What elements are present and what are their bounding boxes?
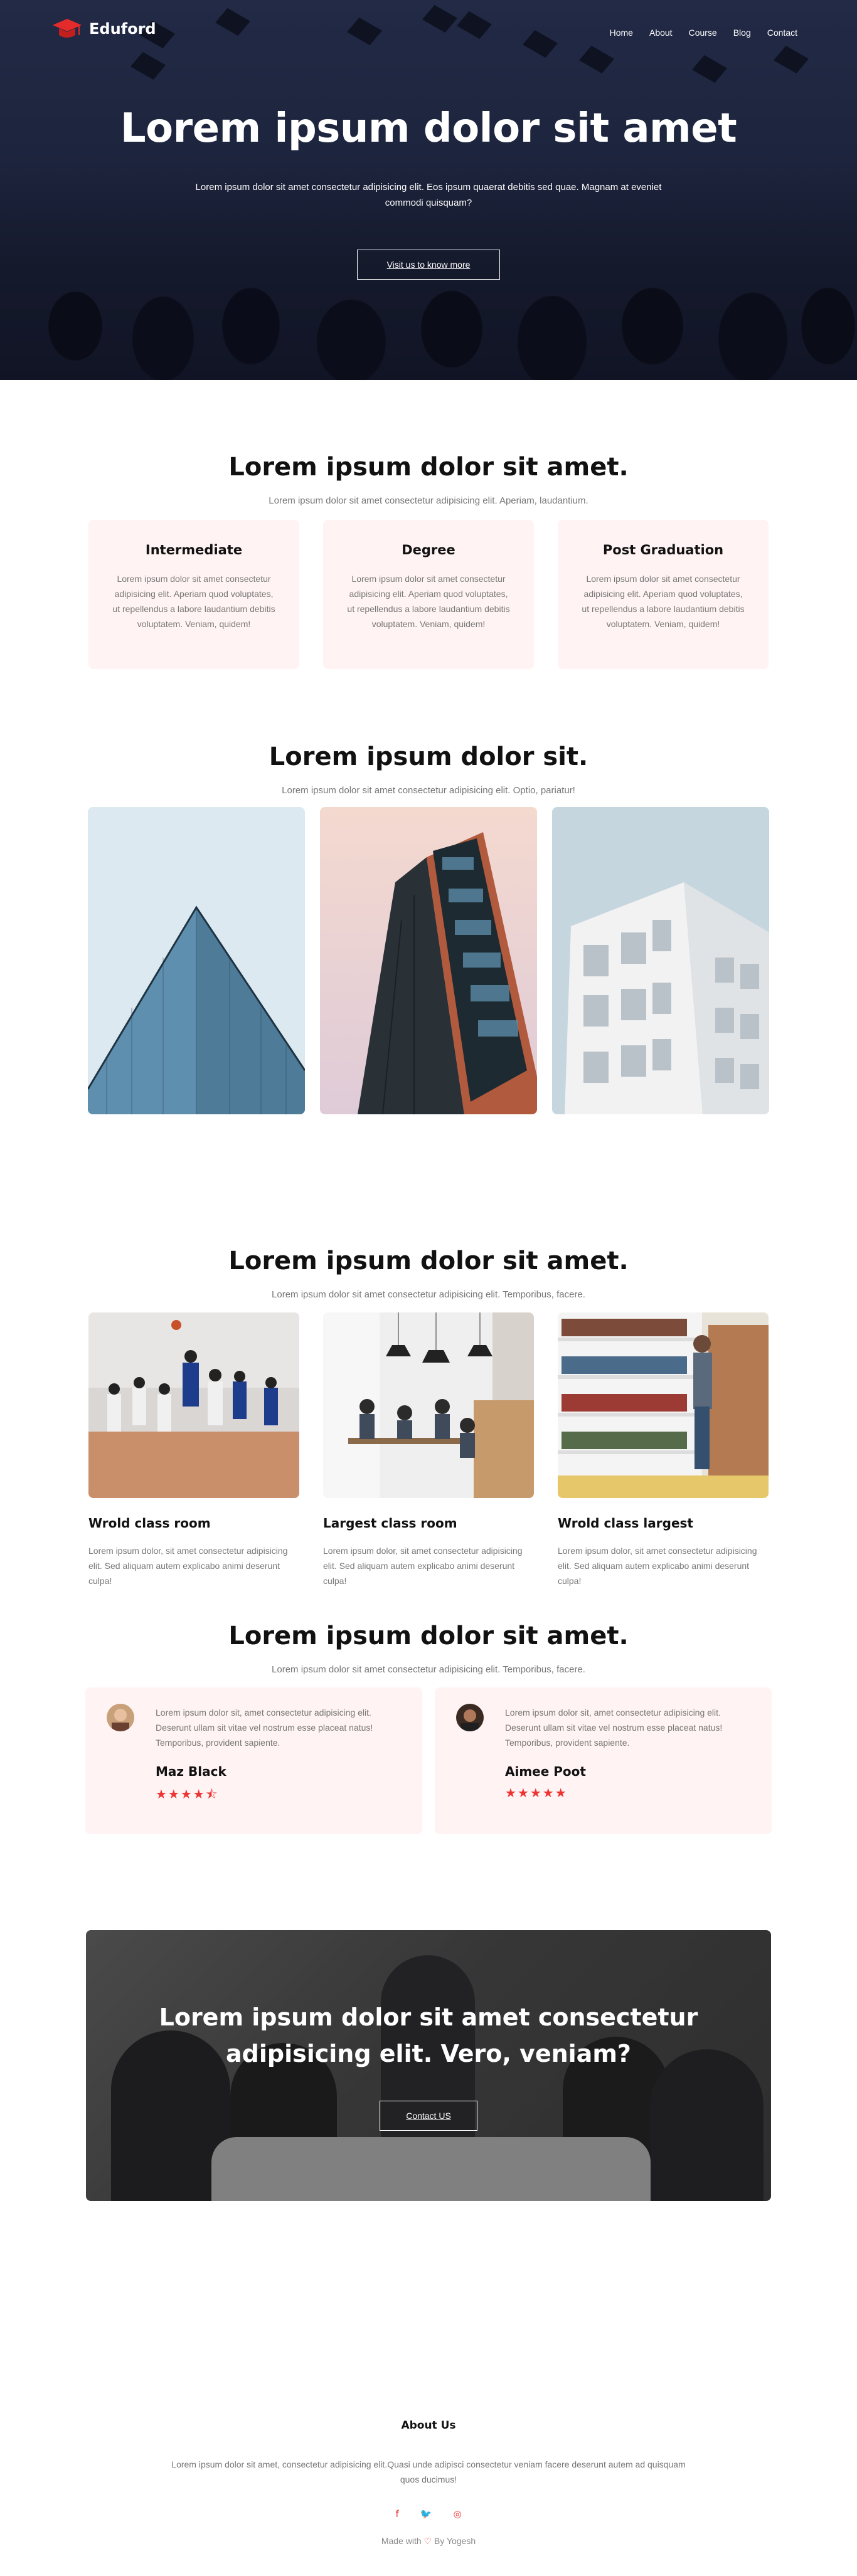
section-title: Lorem ipsum dolor sit. [269,742,588,771]
testimonial-name: Maz Black [156,1764,226,1779]
card-title: Post Graduation [602,542,724,557]
graduation-cap-icon [53,19,82,38]
cta-title: Lorem ipsum dolor sit amet consectetur a… [86,1999,771,2072]
hero-subtitle: Lorem ipsum dolor sit amet consectetur a… [195,182,662,208]
nav-link-about[interactable]: About [649,28,673,38]
facility-image-basketball [88,1312,299,1498]
cta-title-line2: adipisicing elit. Vero, veniam? [226,2040,631,2067]
campus-image-glass-tower[interactable] [88,807,305,1114]
section-title: Lorem ipsum dolor sit amet. [228,1247,629,1275]
facility-title: Wrold class largest [558,1516,693,1531]
footer-title: About Us [401,2419,456,2432]
facility-card-1[interactable]: Wrold class room Lorem ipsum dolor, sit … [88,1312,299,1588]
nav-link-contact[interactable]: Contact [767,28,797,38]
facility-text: Lorem ipsum dolor, sit amet consectetur … [558,1546,757,1586]
section-title: Lorem ipsum dolor sit amet. [228,453,629,482]
top-nav: Eduford Home About Course Blog Contact [0,0,857,56]
facility-card-3[interactable]: Wrold class largest Lorem ipsum dolor, s… [558,1312,769,1588]
facility-image-library [558,1312,769,1498]
footer: About Us Lorem ipsum dolor sit amet, con… [0,2419,857,2576]
twitter-icon[interactable]: 🐦 [420,2508,432,2520]
hero-title: Lorem ipsum dolor sit amet [120,105,737,152]
card-text: Lorem ipsum dolor sit amet consectetur a… [347,574,510,629]
facilities-section: Lorem ipsum dolor sit amet. Lorem ipsum … [0,1181,857,1620]
degrees-section: Lorem ipsum dolor sit amet. Lorem ipsum … [0,380,857,717]
section-subtitle: Lorem ipsum dolor sit amet consectetur a… [272,1289,585,1300]
brand-logo[interactable]: Eduford [51,16,156,41]
nav-menu: Home About Course Blog Contact [610,28,797,38]
campus-gallery [0,807,857,1114]
testimonial-card-2: Lorem ipsum dolor sit, amet consectetur … [435,1687,772,1834]
card-title: Degree [402,542,455,557]
nav-link-blog[interactable]: Blog [733,28,751,38]
degree-cards: Intermediate Lorem ipsum dolor sit amet … [0,520,857,669]
facility-title: Largest class room [323,1516,457,1531]
footer-text: Lorem ipsum dolor sit amet, consectetur … [171,2459,686,2484]
testimonial-cards: Lorem ipsum dolor sit, amet consectetur … [0,1687,857,1834]
facebook-icon[interactable]: f [395,2508,398,2520]
card-title: Intermediate [145,542,243,557]
testimonial-text: Lorem ipsum dolor sit, amet consectetur … [505,1708,723,1748]
star-rating: ★★★★★ [505,1785,568,1800]
nav-link-home[interactable]: Home [610,28,633,38]
nav-link-course[interactable]: Course [689,28,717,38]
made-suffix: By Yogesh [434,2536,476,2546]
cta-section: Lorem ipsum dolor sit amet consectetur a… [0,1930,857,2419]
facility-text: Lorem ipsum dolor, sit amet consectetur … [88,1546,288,1586]
avatar [107,1704,134,1731]
section-subtitle: Lorem ipsum dolor sit amet consectetur a… [282,785,575,796]
cta-banner: Lorem ipsum dolor sit amet consectetur a… [86,1930,771,2201]
testimonial-text: Lorem ipsum dolor sit, amet consectetur … [156,1708,373,1748]
made-with-credit: Made with ♡ By Yogesh [0,2536,857,2547]
graduation-cap-shape [692,55,727,83]
campus-image-white-building[interactable] [552,807,769,1114]
cta-title-line1: Lorem ipsum dolor sit amet consectetur [159,2003,698,2031]
campus-image-red-building[interactable] [320,807,537,1114]
campus-section: Lorem ipsum dolor sit. Lorem ipsum dolor… [0,717,857,1181]
degree-card-degree[interactable]: Degree Lorem ipsum dolor sit amet consec… [323,520,534,669]
section-title: Lorem ipsum dolor sit amet. [228,1622,629,1650]
contact-us-button[interactable]: Contact US [380,2101,477,2131]
instagram-icon[interactable]: ◎ [453,2508,461,2520]
social-links: f 🐦 ◎ [0,2508,857,2520]
degree-card-intermediate[interactable]: Intermediate Lorem ipsum dolor sit amet … [88,520,299,669]
facility-card-2[interactable]: Largest class room Lorem ipsum dolor, si… [323,1312,534,1588]
testimonial-name: Aimee Poot [505,1764,586,1779]
visit-us-button[interactable]: Visit us to know more [357,250,500,280]
hero-section: Eduford Home About Course Blog Contact L… [0,0,857,380]
hero-content: Lorem ipsum dolor sit amet Lorem ipsum d… [0,105,857,280]
section-subtitle: Lorem ipsum dolor sit amet consectetur a… [269,495,588,506]
facility-text: Lorem ipsum dolor, sit amet consectetur … [323,1546,523,1586]
facility-cards: Wrold class room Lorem ipsum dolor, sit … [0,1312,857,1588]
testimonial-card-1: Lorem ipsum dolor sit, amet consectetur … [85,1687,422,1834]
degree-card-post-graduation[interactable]: Post Graduation Lorem ipsum dolor sit am… [558,520,769,669]
brand-name: Eduford [89,20,156,38]
made-prefix: Made with [381,2536,422,2546]
facility-title: Wrold class room [88,1516,211,1531]
facility-image-cafe [323,1312,534,1498]
card-text: Lorem ipsum dolor sit amet consectetur a… [582,574,745,629]
heart-icon: ♡ [423,2536,432,2546]
star-rating: ★★★★⯪ [156,1787,219,1802]
testimonials-section: Lorem ipsum dolor sit amet. Lorem ipsum … [0,1620,857,1930]
card-text: Lorem ipsum dolor sit amet consectetur a… [112,574,275,629]
section-subtitle: Lorem ipsum dolor sit amet consectetur a… [272,1664,585,1675]
avatar [456,1704,484,1731]
